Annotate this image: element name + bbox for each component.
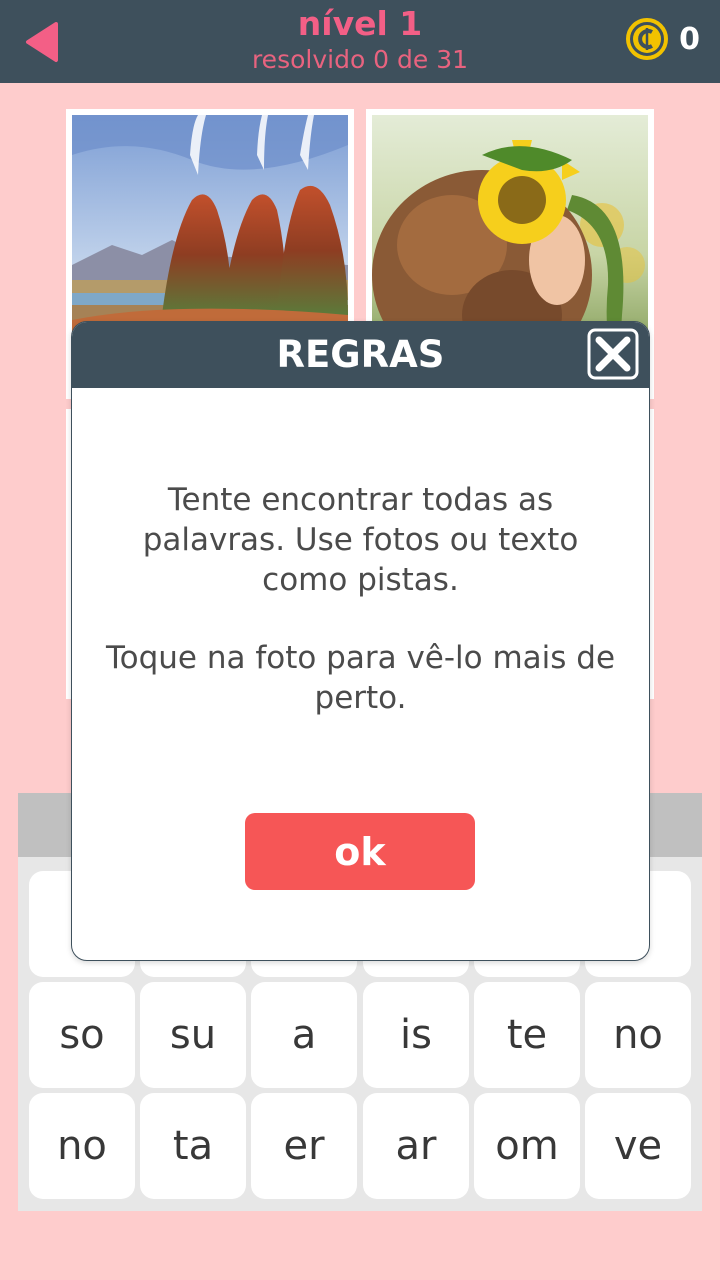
coin-balance[interactable]: 0 [625,17,700,61]
syllable-key[interactable]: te [474,982,580,1088]
close-button[interactable] [587,328,639,380]
syllable-key[interactable]: om [474,1093,580,1199]
level-title: nível 1 [297,4,423,43]
rules-paragraph-2: Toque na foto para vê-lo mais de perto. [105,640,616,716]
syllable-key[interactable]: is [363,982,469,1088]
syllable-key[interactable]: su [140,982,246,1088]
ok-button[interactable]: ok [245,813,475,890]
rules-dialog: REGRAS Tente encontrar todas as palavras… [71,321,650,961]
close-icon [587,328,639,380]
syllable-key[interactable]: no [29,1093,135,1199]
syllable-key[interactable]: ve [585,1093,691,1199]
coin-icon [626,18,669,60]
syllable-key[interactable]: ar [363,1093,469,1199]
rules-paragraph-1: Tente encontrar todas as palavras. Use f… [142,482,579,598]
top-bar: nível 1 resolvido 0 de 31 0 [0,0,720,83]
syllable-key[interactable]: ta [140,1093,246,1199]
rules-dialog-title: REGRAS [276,333,445,376]
syllable-key[interactable]: no [585,982,691,1088]
coin-count: 0 [679,21,700,57]
rules-body: Tente encontrar todas as palavras. Use f… [102,480,619,718]
syllable-key[interactable]: so [29,982,135,1088]
level-progress: resolvido 0 de 31 [251,45,469,74]
rules-dialog-header: REGRAS [72,322,649,388]
syllable-key[interactable]: er [251,1093,357,1199]
syllable-key[interactable]: a [251,982,357,1088]
